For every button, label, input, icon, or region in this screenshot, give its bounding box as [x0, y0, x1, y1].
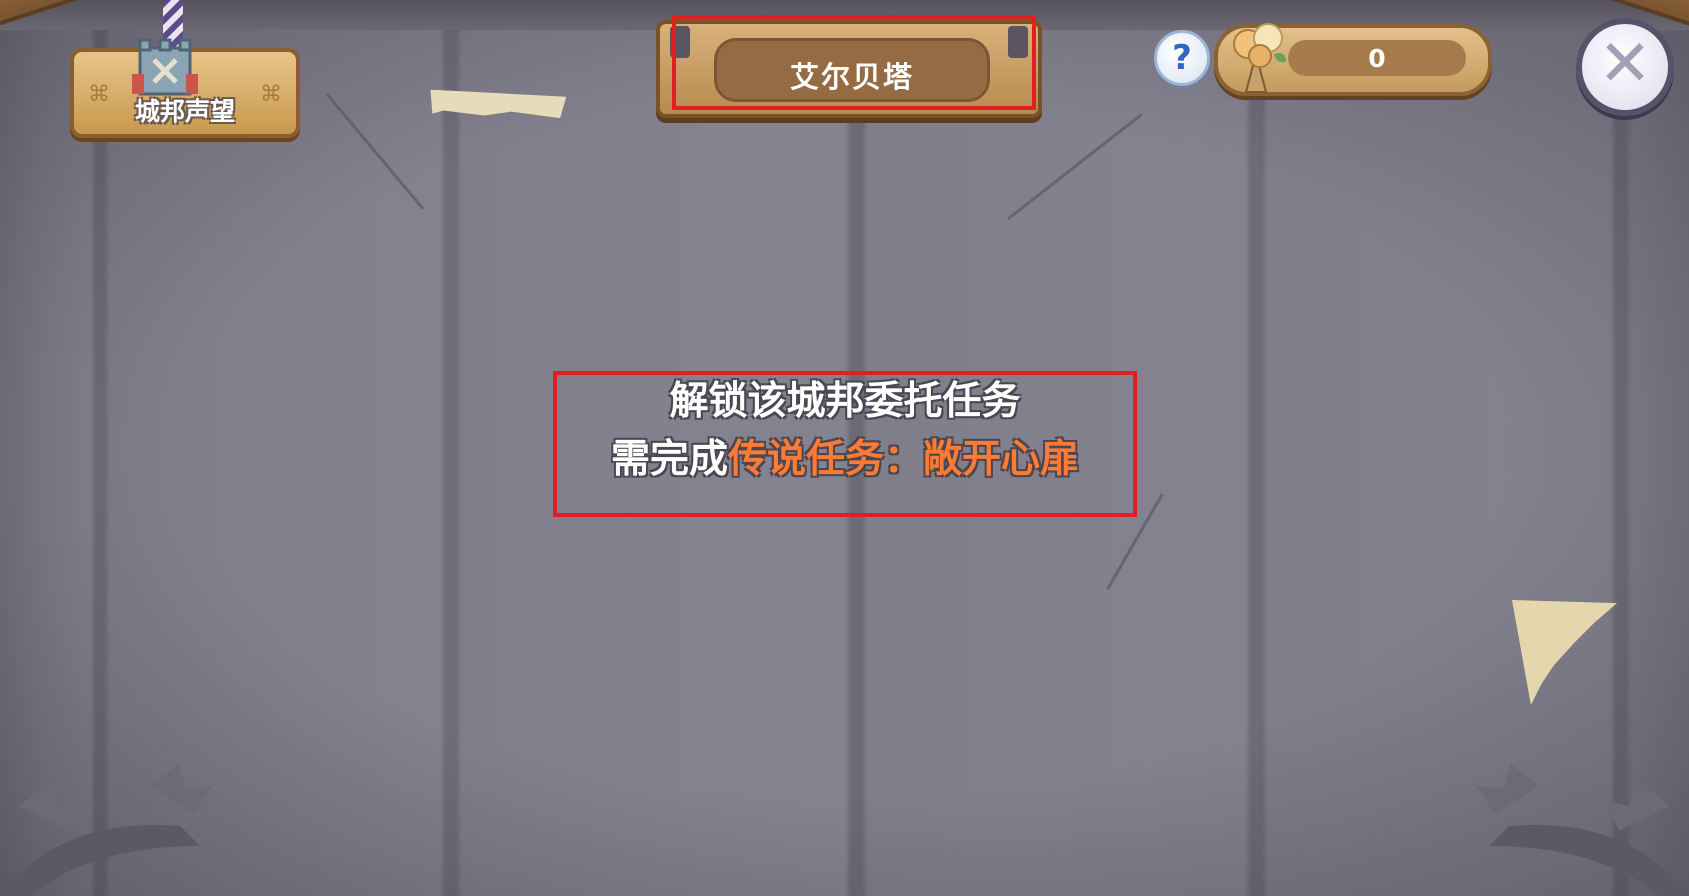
city-title-panel: 艾尔贝塔 — [714, 38, 990, 102]
city-title: 艾尔贝塔 — [789, 60, 914, 94]
unlock-notice-line-2: 需完成传说任务：敞开心扉 — [555, 431, 1135, 489]
city-reputation-button[interactable]: ⌘ ⌘ 城邦声望 — [70, 38, 300, 138]
legendary-quest-name: 传说任务：敞开心扉 — [728, 437, 1080, 482]
close-button[interactable]: ✕ — [1576, 18, 1674, 116]
currency-value: 0 — [1368, 44, 1386, 73]
currency-display: 0 — [1214, 23, 1492, 96]
iron-ornament-right — [1477, 764, 1689, 896]
question-icon: ? — [1172, 38, 1192, 78]
requirement-prefix: 需完成 — [610, 437, 728, 482]
city-reputation-label: 城邦声望 — [134, 97, 235, 126]
plank-bracket-right — [1008, 26, 1028, 58]
help-button[interactable]: ? — [1154, 30, 1210, 86]
unlock-requirement-notice: 解锁该城邦委托任务 需完成传说任务：敞开心扉 — [555, 373, 1135, 515]
plank-bracket-left — [670, 26, 690, 58]
castle-icon — [132, 38, 198, 96]
currency-value-panel: 0 — [1288, 40, 1466, 76]
unlock-notice-line-1: 解锁该城邦委托任务 — [669, 379, 1021, 424]
flower-bouquet-icon — [1233, 23, 1286, 93]
close-icon: ✕ — [1598, 27, 1652, 101]
iron-ornament-left — [0, 764, 212, 896]
city-title-plank: 艾尔贝塔 — [656, 20, 1042, 118]
